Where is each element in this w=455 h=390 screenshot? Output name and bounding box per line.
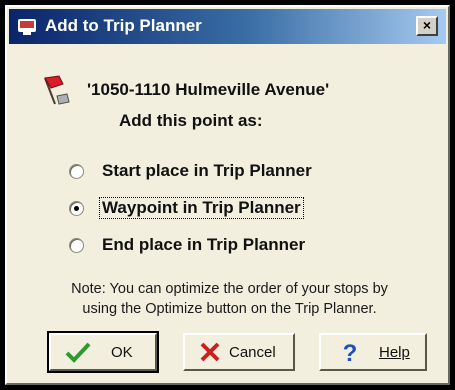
cancel-label: Cancel [229, 344, 276, 361]
help-label: Help [379, 344, 410, 361]
add-to-trip-planner-dialog: Add to Trip Planner × '1050-1110 Hulmevi… [5, 5, 450, 385]
option-label-waypoint: Waypoint in Trip Planner [99, 197, 304, 219]
screenshot-frame: Add to Trip Planner × '1050-1110 Hulmevi… [0, 0, 455, 390]
ok-button[interactable]: OK [47, 331, 159, 373]
option-label-start: Start place in Trip Planner [102, 161, 312, 180]
note-line-2: using the Optimize button on the Trip Pl… [82, 301, 377, 317]
optimize-note: Note: You can optimize the order of your… [27, 279, 432, 319]
radio-button-waypoint[interactable] [69, 201, 84, 216]
add-point-prompt: Add this point as: [119, 111, 263, 130]
svg-text:?: ? [343, 340, 358, 364]
help-button[interactable]: ? Help [319, 333, 427, 371]
cancel-x-icon [200, 342, 220, 362]
close-icon: × [422, 17, 432, 33]
radio-button-start[interactable] [69, 164, 84, 179]
note-line-1: Note: You can optimize the order of your… [71, 281, 388, 297]
red-flag-icon [44, 75, 70, 105]
title-bar[interactable]: Add to Trip Planner × [9, 9, 446, 44]
dialog-title: Add to Trip Planner [45, 16, 202, 35]
trip-planner-icon [18, 19, 36, 35]
question-mark-icon: ? [343, 340, 358, 364]
location-address: '1050-1110 Hulmeville Avenue' [87, 80, 330, 99]
checkmark-icon [65, 342, 91, 363]
ok-label: OK [111, 344, 133, 361]
cancel-button[interactable]: Cancel [183, 333, 295, 371]
radio-button-end[interactable] [69, 238, 84, 253]
option-label-end: End place in Trip Planner [102, 235, 306, 254]
radio-selected-dot [74, 206, 79, 211]
close-button[interactable]: × [416, 16, 438, 36]
